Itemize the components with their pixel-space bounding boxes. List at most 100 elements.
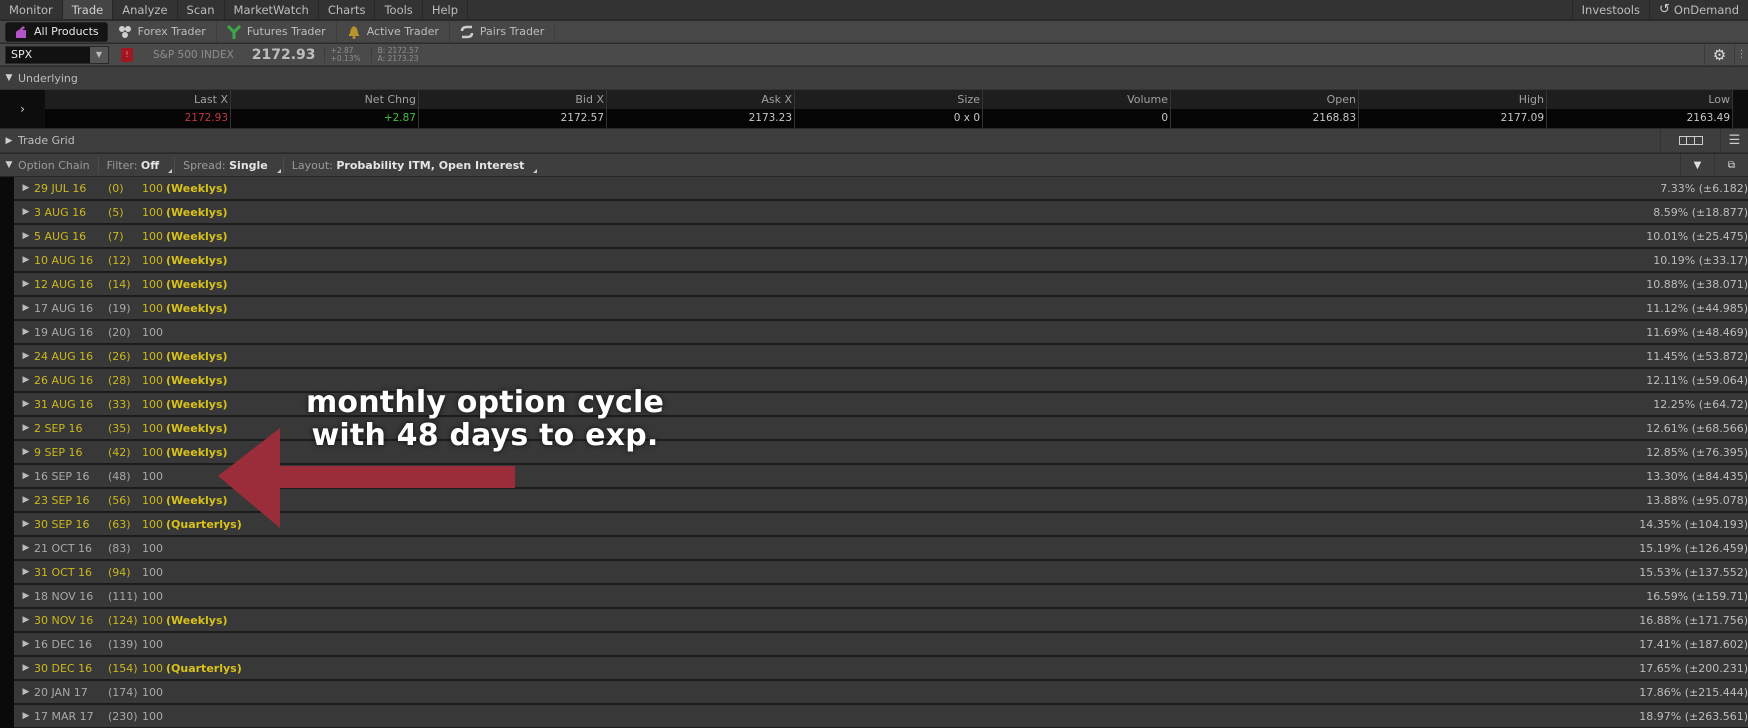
more-vertical-icon[interactable]: ⋮ [1734, 43, 1748, 66]
chevron-right-icon[interactable]: ▶ [18, 615, 34, 625]
expiration-row[interactable]: ▶ 31 OCT 16 (94) 100 15.53% (±137.552) [14, 561, 1748, 585]
chevron-right-icon[interactable]: ▶ [18, 207, 34, 217]
expiration-row[interactable]: ▶ 17 MAR 17 (230) 100 18.97% (±263.561) [14, 705, 1748, 728]
chevron-right-icon[interactable]: ▶ [18, 471, 34, 481]
symbol-input[interactable]: SPX ▼ [5, 45, 109, 64]
menu-scan[interactable]: Scan [178, 0, 225, 19]
chevron-right-icon[interactable]: ▶ [18, 711, 34, 721]
expiration-row[interactable]: ▶ 3 AUG 16 (5) 100 (Weeklys) 8.59% (±18.877) [14, 201, 1748, 225]
menu-charts[interactable]: Charts [319, 0, 376, 19]
gear-icon[interactable]: ⚙ [1704, 43, 1734, 66]
list-icon[interactable]: ☰ [1720, 128, 1748, 153]
implied-volatility-move: 13.88% (±95.078) [1646, 493, 1748, 507]
expiration-row[interactable]: ▶ 20 JAN 17 (174) 100 17.86% (±215.444) [14, 681, 1748, 705]
chevron-right-icon[interactable]: ▶ [18, 447, 34, 457]
product-active-trader[interactable]: Active Trader [337, 21, 450, 42]
column-header[interactable]: Last X [45, 90, 230, 109]
product-forex-trader[interactable]: Forex Trader [108, 21, 217, 42]
expiration-row[interactable]: ▶ 29 JUL 16 (0) 100 (Weeklys) 7.33% (±6.182) [14, 177, 1748, 201]
layout-selector[interactable]: Layout: Probability ITM, Open Interest [284, 157, 540, 174]
chevron-right-icon[interactable]: ▶ [18, 255, 34, 265]
underlying-header[interactable]: ▼ Underlying [0, 67, 1748, 90]
column-header[interactable]: Ask X [607, 90, 794, 109]
menu-ondemand[interactable]: ↺ OnDemand [1650, 0, 1748, 19]
menu-help[interactable]: Help [423, 0, 469, 19]
chevron-right-icon[interactable]: ▶ [18, 303, 34, 313]
expiration-row[interactable]: ▶ 5 AUG 16 (7) 100 (Weeklys) 10.01% (±25.475) [14, 225, 1748, 249]
trade-grid-header[interactable]: ▶ Trade Grid ☰ [0, 128, 1748, 153]
expiration-row[interactable]: ▶ 12 AUG 16 (14) 100 (Weeklys) 10.88% (±38.07… [14, 273, 1748, 297]
column-header[interactable]: Size [795, 90, 982, 109]
chevron-right-icon[interactable]: ▶ [18, 327, 34, 337]
expiration-row[interactable]: ▶ 10 AUG 16 (12) 100 (Weeklys) 10.19% (±33.17… [14, 249, 1748, 273]
chevron-right-icon[interactable]: ▶ [18, 519, 34, 529]
implied-volatility-move: 11.45% (±53.872) [1646, 349, 1748, 363]
menu-trade[interactable]: Trade [62, 0, 114, 19]
chevron-right-icon[interactable]: ▶ [18, 639, 34, 649]
multiplier: 100 [142, 613, 163, 627]
chevron-right-icon[interactable]: ▶ [18, 231, 34, 241]
column-value: 2172.57 [419, 109, 606, 128]
column-header[interactable]: Net Chng [231, 90, 418, 109]
chevron-right-icon[interactable]: ▶ [18, 495, 34, 505]
chevron-right-icon[interactable]: ▶ [18, 279, 34, 289]
alert-flag-icon[interactable]: ! [121, 47, 133, 62]
multiplier: 100 [142, 517, 163, 531]
chevron-right-icon[interactable]: ▶ [18, 351, 34, 361]
days-to-expiration: (19) [108, 301, 131, 315]
column-value: 2163.49 [1547, 109, 1732, 128]
chevron-right-icon[interactable]: ▶ [18, 183, 34, 193]
expiration-row[interactable]: ▶ 21 OCT 16 (83) 100 15.19% (±126.459) [14, 537, 1748, 561]
chevron-right-icon[interactable]: ▶ [18, 375, 34, 385]
chevron-right-icon[interactable]: › [0, 90, 45, 128]
product-pairs-trader[interactable]: Pairs Trader [450, 21, 556, 42]
implied-volatility-move: 10.19% (±33.17) [1653, 253, 1748, 267]
menu-right-group: Investools ↺ OnDemand [1571, 0, 1748, 19]
multiplier: 100 [142, 493, 163, 507]
active-trader-bell-icon [347, 25, 361, 39]
expiration-row[interactable]: ▶ 26 AUG 16 (28) 100 (Weeklys) 12.11% (±59.06… [14, 369, 1748, 393]
chevron-right-icon[interactable]: ▶ [18, 591, 34, 601]
expiration-row[interactable]: ▶ 17 AUG 16 (19) 100 (Weeklys) 11.12% (±44.98… [14, 297, 1748, 321]
chevron-right-icon[interactable]: ▶ [18, 423, 34, 433]
underlying-col: Last X 2172.93 [45, 90, 231, 128]
expiration-row[interactable]: ▶ 24 AUG 16 (26) 100 (Weeklys) 11.45% (±53.87… [14, 345, 1748, 369]
grid-layout-button[interactable] [1660, 128, 1720, 153]
filter-down-icon[interactable]: ▼ [1680, 153, 1714, 177]
chain-gutter [0, 177, 14, 728]
menu-investools[interactable]: Investools [1571, 0, 1650, 19]
column-header[interactable]: Bid X [419, 90, 606, 109]
expiration-row[interactable]: ▶ 19 AUG 16 (20) 100 11.69% (±48.469) [14, 321, 1748, 345]
spread-selector[interactable]: Spread: Single [175, 156, 284, 174]
menu-monitor[interactable]: Monitor [0, 0, 63, 19]
product-futures-trader[interactable]: Futures Trader [217, 21, 337, 42]
expiration-row[interactable]: ▶ 16 DEC 16 (139) 100 17.41% (±187.602) [14, 633, 1748, 657]
expiration-row[interactable]: ▶ 30 DEC 16 (154) 100 (Quarterlys) 17.65% (±2… [14, 657, 1748, 681]
chevron-right-icon[interactable]: ▶ [18, 567, 34, 577]
column-header[interactable]: Volume [983, 90, 1170, 109]
product-all-products[interactable]: All Products [5, 21, 108, 42]
implied-volatility-move: 7.33% (±6.182) [1660, 181, 1748, 195]
chevron-right-icon[interactable]: ▶ [18, 663, 34, 673]
multiplier: 100 [142, 229, 163, 243]
chevron-down-icon[interactable]: ▼ [0, 160, 18, 170]
expiration-date: 20 JAN 17 [34, 685, 88, 699]
chevron-right-icon[interactable]: ▶ [18, 687, 34, 697]
column-header[interactable]: High [1359, 90, 1546, 109]
chevron-right-icon[interactable]: ▶ [18, 399, 34, 409]
expiration-row[interactable]: ▶ 31 AUG 16 (33) 100 (Weeklys) 12.25% (±64.72… [14, 393, 1748, 417]
expiration-row[interactable]: ▶ 18 NOV 16 (111) 100 16.59% (±159.71) [14, 585, 1748, 609]
filter-selector[interactable]: Filter: Off [99, 156, 176, 174]
symbol-dropdown-icon[interactable]: ▼ [90, 46, 108, 63]
menu-analyze[interactable]: Analyze [113, 0, 178, 19]
detach-window-icon[interactable]: ⧉ [1714, 153, 1748, 177]
menu-tools[interactable]: Tools [375, 0, 423, 19]
chevron-right-icon[interactable]: ▶ [18, 543, 34, 553]
menu-marketwatch[interactable]: MarketWatch [225, 0, 319, 19]
underlying-col: Size 0 x 0 [795, 90, 983, 128]
option-chain-title[interactable]: Option Chain [18, 156, 99, 174]
column-header[interactable]: Open [1171, 90, 1358, 109]
column-header[interactable]: Low [1547, 90, 1732, 109]
expiration-row[interactable]: ▶ 30 NOV 16 (124) 100 (Weeklys) 16.88% (±171.… [14, 609, 1748, 633]
days-to-expiration: (48) [108, 469, 131, 483]
